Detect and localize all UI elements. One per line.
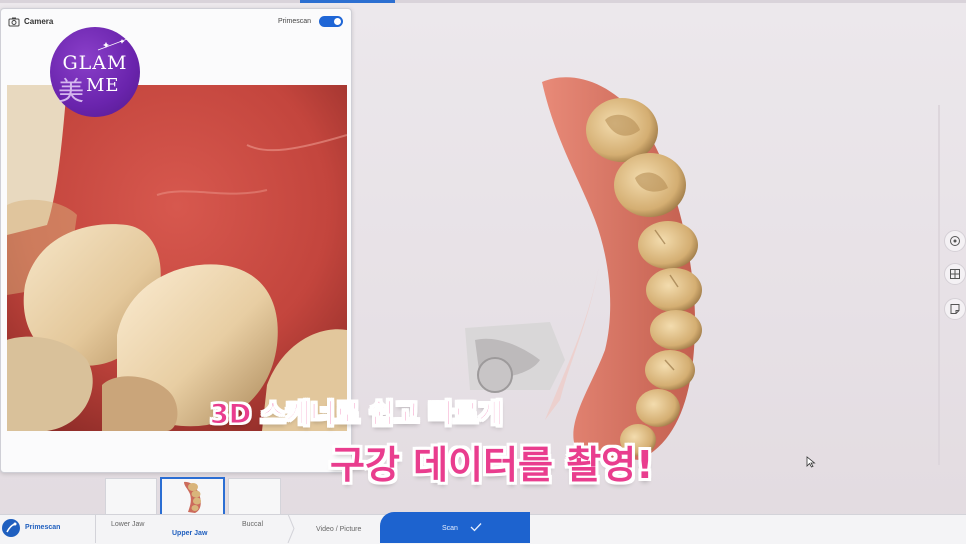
right-divider — [938, 105, 940, 465]
intraoral-camera-view — [7, 85, 347, 431]
brand-label: Primescan — [25, 524, 61, 531]
sparkle-icon — [97, 37, 131, 51]
primescan-brand-icon — [2, 519, 20, 537]
thumbnail-lower-jaw[interactable] — [105, 478, 157, 516]
chevron-right-icon — [287, 514, 295, 543]
camera-panel-title: Camera — [24, 17, 54, 26]
step-buccal[interactable]: Buccal — [242, 521, 263, 528]
thumbnail-buccal[interactable] — [228, 478, 281, 516]
logo-line1: GLAM — [62, 52, 128, 74]
toggle-knob — [334, 18, 341, 25]
logo-hanja: 美 — [58, 76, 85, 106]
primescan-toggle-label: Primescan — [278, 18, 312, 25]
cursor-icon — [806, 456, 816, 468]
check-icon — [470, 523, 482, 532]
primescan-toggle[interactable] — [319, 16, 343, 27]
grid-tool-button[interactable] — [944, 263, 966, 285]
tooth-icon — [950, 236, 960, 246]
note-tool-button[interactable] — [944, 298, 966, 320]
camera-icon — [8, 17, 20, 27]
step-lower-jaw[interactable]: Lower Jaw — [111, 521, 144, 528]
caption-line1: 3D 스캐너로 쉽고 빠르게 — [210, 399, 504, 431]
top-accent — [300, 0, 395, 3]
note-icon — [950, 304, 960, 314]
thumbnail-upper-jaw[interactable] — [160, 477, 225, 517]
grid-icon — [950, 269, 960, 279]
top-border — [0, 0, 966, 3]
camera-panel-header: Camera Primescan — [1, 9, 351, 35]
glam-me-logo: 美 GLAM ME — [50, 27, 140, 117]
logo-line2: ME — [86, 75, 120, 96]
caption-line2: 구강 데이터를 촬영! — [330, 443, 654, 487]
step-upper-jaw[interactable]: Upper Jaw — [172, 530, 207, 537]
step-divider — [95, 514, 96, 543]
scan-button-label: Scan — [442, 525, 458, 532]
step-video-picture[interactable]: Video / Picture — [316, 526, 361, 533]
tooth-view-button[interactable] — [944, 230, 966, 252]
